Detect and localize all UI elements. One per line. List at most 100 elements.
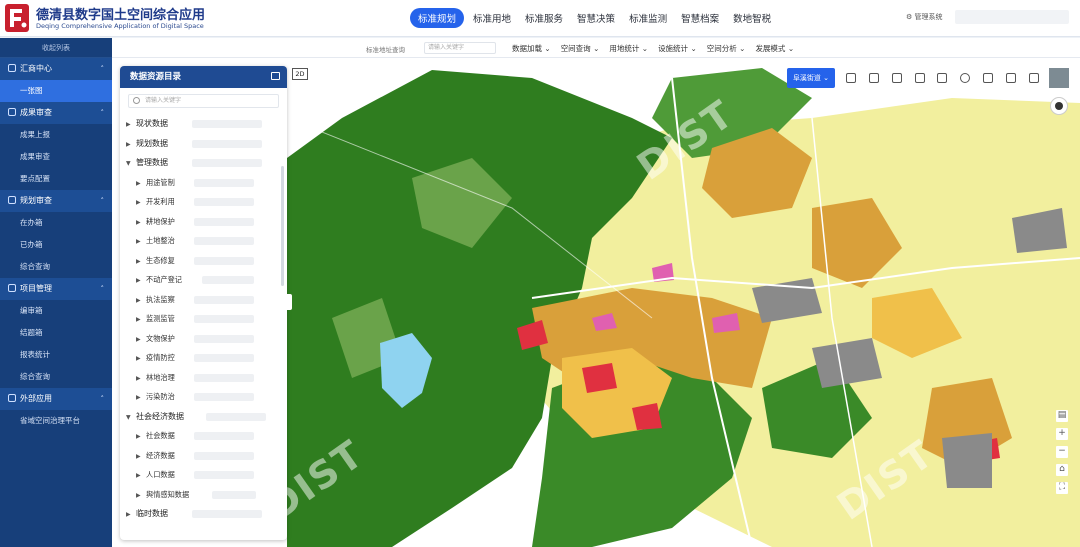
split-view-icon[interactable] <box>891 73 902 83</box>
tree-node-public-opinion[interactable]: ▶ 舆情感知数据 <box>126 485 287 505</box>
nav-tab-standard-land[interactable]: 标准用地 <box>468 8 516 28</box>
tree-node-use-control[interactable]: ▶ 用途管制 <box>126 173 287 193</box>
chevron-right-icon: ▶ <box>136 238 141 245</box>
tree-node-development[interactable]: ▶ 开发利用 <box>126 192 287 212</box>
group-icon <box>8 64 16 72</box>
menu-land-stats[interactable]: 用地统计 ⌄ <box>609 43 648 54</box>
chevron-right-icon: ▶ <box>136 277 141 284</box>
sidebar-group-plan-review[interactable]: 规划审查 ˄ <box>0 190 112 212</box>
sidebar-group-hub[interactable]: 汇商中心 ˄ <box>0 58 112 80</box>
panel-collapse-handle[interactable] <box>287 294 292 310</box>
tree-node-monitoring[interactable]: ▶ 监测监管 <box>126 309 287 329</box>
sidebar-group-project[interactable]: 项目管理 ˄ <box>0 278 112 300</box>
sidebar-collapse-button[interactable]: 收起列表 <box>0 38 112 58</box>
tree-node-social[interactable]: ▶ 社会数据 <box>126 426 287 446</box>
chevron-right-icon: ▶ <box>136 296 141 304</box>
legend-icon[interactable]: ▤ <box>1056 410 1068 422</box>
sidebar-item-provincial-platform[interactable]: 省域空间治理平台 <box>0 410 112 432</box>
admin-link[interactable]: ⚙ 管理系统 <box>906 12 943 22</box>
sidebar-item-query-2[interactable]: 综合查询 <box>0 366 112 388</box>
sidebar-item-done[interactable]: 已办箱 <box>0 234 112 256</box>
nav-tab-standard-monitoring[interactable]: 标准监测 <box>624 8 672 28</box>
folder-icon[interactable] <box>271 72 280 80</box>
camera-icon[interactable] <box>1050 97 1068 115</box>
address-search-input[interactable]: 请输入关键字 <box>424 42 496 54</box>
sidebar-group-external[interactable]: 外部应用 ˄ <box>0 388 112 410</box>
sidebar-item-inbox[interactable]: 在办箱 <box>0 212 112 234</box>
layers-icon[interactable] <box>846 73 857 83</box>
chevron-down-icon: ⌄ <box>690 44 697 53</box>
search-icon <box>133 97 140 104</box>
zoom-out-icon[interactable]: − <box>1056 446 1068 458</box>
chevron-down-icon: ⌄ <box>739 44 746 53</box>
tree-node-socioeconomic[interactable]: ▼ 社会经济数据 <box>126 407 287 427</box>
print-icon[interactable] <box>937 73 948 83</box>
sidebar-item-edit[interactable]: 编审箱 <box>0 300 112 322</box>
chevron-right-icon: ▶ <box>136 199 141 206</box>
nav-tab-standard-planning[interactable]: 标准规划 <box>410 8 465 28</box>
chevron-right-icon: ▶ <box>136 218 141 226</box>
tree-node-temporary[interactable]: ▶ 临时数据 <box>126 504 287 524</box>
chevron-down-icon: ⌄ <box>544 44 551 53</box>
sidebar-item-stats[interactable]: 报表统计 <box>0 344 112 366</box>
bookmark-icon[interactable] <box>982 73 993 83</box>
tree-node-property[interactable]: ▶ 不动产登记 <box>126 270 287 290</box>
menu-spatial-query[interactable]: 空间查询 ⌄ <box>561 43 600 54</box>
nav-tab-standard-service[interactable]: 标准服务 <box>520 8 568 28</box>
stack-icon[interactable] <box>869 73 880 83</box>
tree-node-farmland[interactable]: ▶ 耕地保护 <box>126 212 287 232</box>
chevron-right-icon: ▶ <box>136 433 141 440</box>
logo-icon <box>5 4 29 32</box>
group-icon <box>8 108 16 116</box>
tree-node-land-consolidation[interactable]: ▶ 土地整治 <box>126 231 287 251</box>
fullscreen-icon[interactable]: ⛶ <box>1056 482 1068 494</box>
chevron-right-icon: ▶ <box>136 316 141 323</box>
tree-node-current[interactable]: ▶ 现状数据 <box>126 114 287 134</box>
tree-node-heritage[interactable]: ▶ 文物保护 <box>126 329 287 349</box>
sidebar-item-one-map[interactable]: 一张图 <box>0 80 112 102</box>
tree-node-economic[interactable]: ▶ 经济数据 <box>126 446 287 466</box>
calendar-icon[interactable] <box>1028 73 1039 83</box>
nav-tab-smart-archive[interactable]: 智慧档案 <box>676 8 724 28</box>
group-icon <box>8 284 16 292</box>
top-header: 德清县数字国土空间综合应用 Deqing Comprehensive Appli… <box>0 0 1080 37</box>
tree-node-epidemic[interactable]: ▶ 疫情防控 <box>126 348 287 368</box>
panel-scrollbar[interactable] <box>281 166 284 286</box>
zoom-in-icon[interactable]: + <box>1056 428 1068 440</box>
share-icon[interactable] <box>1005 73 1016 83</box>
menu-facility-stats[interactable]: 设施统计 ⌄ <box>658 43 697 54</box>
nav-tab-smart-decision[interactable]: 智慧决策 <box>572 8 620 28</box>
chevron-down-icon: ▼ <box>126 413 131 421</box>
menu-data-load[interactable]: 数据加载 ⌄ <box>512 43 551 54</box>
map-tool-bar <box>840 68 1045 88</box>
tree-node-enforcement[interactable]: ▶ 执法监察 <box>126 290 287 310</box>
chevron-up-icon: ˄ <box>100 395 105 403</box>
sidebar-item-audit[interactable]: 成果审查 <box>0 146 112 168</box>
catalog-tree: ▶ 现状数据 ▶ 规划数据 ▼ 管理数据 ▶ 用途管制 ▶ 开发利用 ▶ 耕地保护 ▶ 土地整… <box>120 114 287 524</box>
menu-spatial-analysis[interactable]: 空间分析 ⌄ <box>707 43 746 54</box>
sidebar-item-query[interactable]: 综合查询 <box>0 256 112 278</box>
sidebar-item-closed[interactable]: 结题箱 <box>0 322 112 344</box>
info-icon[interactable] <box>960 73 971 83</box>
home-icon[interactable]: ⌂ <box>1056 464 1068 476</box>
sidebar-group-review[interactable]: 成果审查 ˄ <box>0 102 112 124</box>
tree-node-eco-restore[interactable]: ▶ 生态修复 <box>126 251 287 271</box>
tree-node-planning[interactable]: ▶ 规划数据 <box>126 134 287 154</box>
sidebar-item-config[interactable]: 要点配置 <box>0 168 112 190</box>
sub-menu-list: 数据加载 ⌄ 空间查询 ⌄ 用地统计 ⌄ 设施统计 ⌄ 空间分析 ⌄ 发展模式 … <box>512 43 794 54</box>
street-select-button[interactable]: 阜溪街道 ⌄ <box>787 68 835 88</box>
nav-tab-land-tax[interactable]: 数地智税 <box>728 8 776 28</box>
tree-node-management[interactable]: ▼ 管理数据 <box>126 153 287 173</box>
view-mode-2d-badge[interactable]: 2D <box>292 68 308 80</box>
catalog-search-input[interactable]: 请输入关键字 <box>128 94 279 108</box>
chevron-right-icon: ▶ <box>136 355 141 362</box>
tree-node-pollution[interactable]: ▶ 污染防治 <box>126 387 287 407</box>
tree-node-population[interactable]: ▶ 人口数据 <box>126 465 287 485</box>
compare-icon[interactable] <box>914 73 925 83</box>
user-info-box[interactable] <box>955 10 1069 24</box>
sidebar-item-report[interactable]: 成果上报 <box>0 124 112 146</box>
menu-development-mode[interactable]: 发展模式 ⌄ <box>755 43 794 54</box>
admin-label: 管理系统 <box>914 13 943 21</box>
tree-node-forest[interactable]: ▶ 林地治理 <box>126 368 287 388</box>
basemap-thumbnail[interactable] <box>1048 67 1070 89</box>
